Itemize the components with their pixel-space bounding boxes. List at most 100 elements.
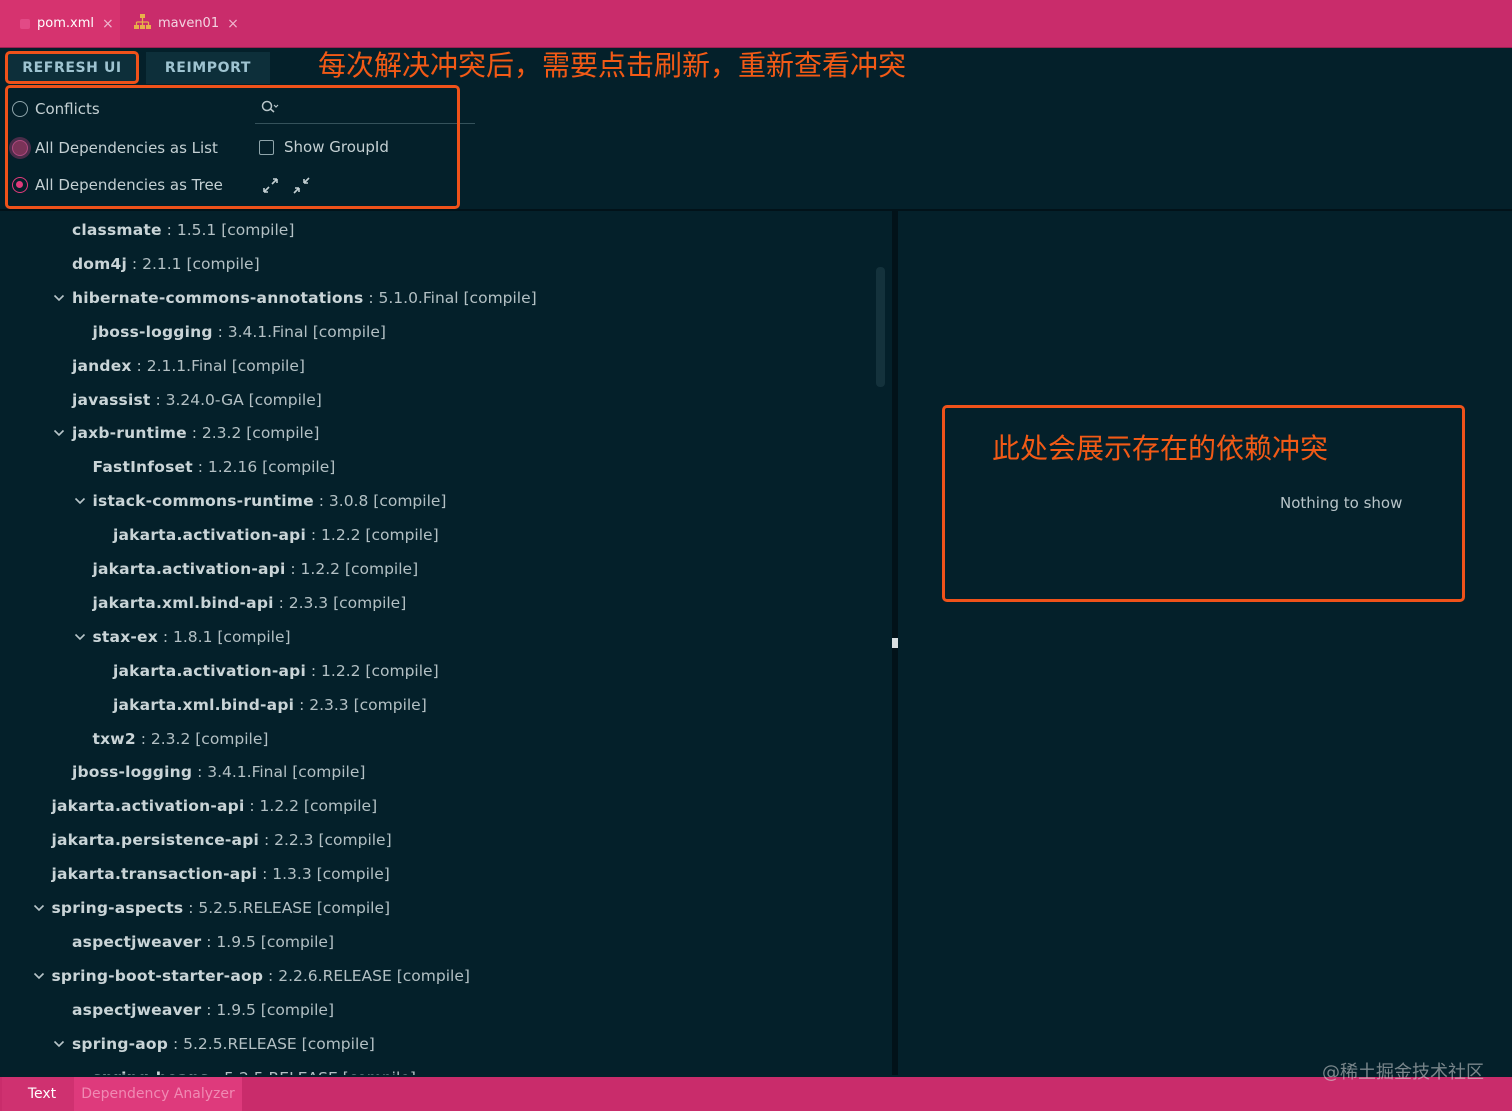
editor-tab-bar: pom.xml × maven01 ×	[0, 0, 1512, 48]
dependency-name: aspectjweaver	[72, 932, 202, 951]
tree-row[interactable]: jboss-logging : 3.4.1.Final [compile]	[93, 319, 386, 345]
chevron-down-icon[interactable]	[73, 494, 87, 508]
dependency-name: aspectjweaver	[72, 1000, 202, 1019]
tree-row[interactable]: istack-commons-runtime : 3.0.8 [compile]	[74, 488, 447, 514]
dependency-name: jakarta.activation-api	[51, 797, 245, 816]
tree-row[interactable]: hibernate-commons-annotations : 5.1.0.Fi…	[53, 285, 537, 311]
close-icon[interactable]: ×	[102, 16, 114, 32]
tab-dependency-analyzer[interactable]: Dependency Analyzer	[74, 1077, 242, 1111]
dependency-version: : 2.2.3 [compile]	[259, 831, 392, 850]
dependency-name: istack-commons-runtime	[92, 492, 314, 511]
tree-row[interactable]: aspectjweaver : 1.9.5 [compile]	[72, 997, 334, 1023]
dependency-name: jakarta.xml.bind-api	[92, 593, 274, 612]
dependency-version: : 3.4.1.Final [compile]	[192, 763, 366, 782]
chevron-down-icon[interactable]	[52, 1037, 66, 1051]
tree-row[interactable]: stax-ex : 1.8.1 [compile]	[74, 624, 291, 650]
dependency-version: : 5.1.0.Final [compile]	[363, 288, 537, 307]
dependency-name: stax-ex	[92, 627, 158, 646]
dependency-name: hibernate-commons-annotations	[72, 288, 364, 307]
dependency-version: : 1.5.1 [compile]	[161, 221, 295, 239]
dependency-version: : 1.2.2 [compile]	[285, 560, 419, 578]
reimport-button[interactable]: REIMPORT	[146, 52, 270, 84]
dependency-name: jboss-logging	[72, 763, 193, 782]
dependency-name: txw2	[92, 729, 136, 748]
dependency-version: : 5.2.5.RELEASE [compile]	[209, 1069, 416, 1076]
annotation-box-refresh	[5, 51, 139, 84]
dependency-name: classmate	[72, 221, 162, 239]
tree-row[interactable]: spring-boot-starter-aop : 2.2.6.RELEASE …	[33, 963, 470, 989]
dependency-version: : 5.2.5.RELEASE [compile]	[183, 899, 391, 917]
dependency-name: jaxb-runtime	[72, 424, 187, 443]
dependency-version: : 2.1.1.Final [compile]	[131, 356, 305, 375]
tree-row[interactable]: jakarta.activation-api : 1.2.2 [compile]	[52, 793, 378, 819]
dependency-name: jakarta.transaction-api	[51, 865, 258, 884]
tree-row[interactable]: jakarta.activation-api : 1.2.2 [compile]	[113, 522, 439, 548]
dependency-version: : 1.2.16 [compile]	[192, 458, 336, 477]
close-icon[interactable]: ×	[227, 16, 239, 32]
dependency-name: FastInfoset	[92, 458, 193, 477]
conflict-annotation: 此处会展示存在的依赖冲突	[992, 432, 1329, 465]
tree-row[interactable]: javassist : 3.24.0-GA [compile]	[72, 387, 322, 413]
bottom-tab-bar: Text Dependency Analyzer	[0, 1077, 1512, 1111]
tree-row[interactable]: jboss-logging : 3.4.1.Final [compile]	[72, 759, 365, 785]
hierarchy-icon	[134, 13, 151, 34]
dependency-name: jandex	[72, 356, 132, 375]
tree-scrollbar[interactable]	[876, 267, 885, 387]
tree-row[interactable]: classmate : 1.5.1 [compile]	[72, 217, 294, 243]
chevron-down-icon[interactable]	[32, 901, 46, 915]
maven-file-icon	[20, 18, 30, 29]
dependency-version: : 3.4.1.Final [compile]	[212, 322, 386, 341]
tree-row[interactable]: jaxb-runtime : 2.3.2 [compile]	[53, 420, 320, 446]
tree-row[interactable]: FastInfoset : 1.2.16 [compile]	[93, 454, 336, 480]
dependency-version: : 1.2.2 [compile]	[305, 661, 439, 680]
annotation-box-options	[5, 85, 460, 209]
tree-row[interactable]: jakarta.xml.bind-api : 2.3.3 [compile]	[113, 692, 427, 718]
tree-row[interactable]: jakarta.activation-api : 1.2.2 [compile]	[113, 658, 439, 684]
tree-row[interactable]: jakarta.persistence-api : 2.2.3 [compile…	[52, 827, 392, 853]
tree-row[interactable]: jakarta.transaction-api : 1.3.3 [compile…	[52, 861, 390, 887]
chevron-down-icon[interactable]	[52, 426, 66, 440]
tree-row[interactable]: aspectjweaver : 1.9.5 [compile]	[72, 929, 334, 955]
dependency-name: jakarta.xml.bind-api	[113, 695, 295, 714]
dependency-version: : 2.2.6.RELEASE [compile]	[263, 966, 470, 985]
tab-text[interactable]: Text	[2, 1077, 82, 1111]
conflict-empty-text: Nothing to show	[1280, 494, 1403, 512]
dependency-name: spring-aop	[72, 1034, 169, 1053]
tree-row[interactable]: txw2 : 2.3.2 [compile]	[93, 726, 269, 752]
dependency-version: : 3.0.8 [compile]	[313, 492, 447, 511]
dependency-name: jakarta.activation-api	[113, 661, 306, 680]
splitter-handle[interactable]	[892, 638, 898, 648]
dependency-name: spring-aspects	[51, 899, 184, 917]
tab-label: maven01	[158, 16, 220, 31]
tree-row[interactable]: jandex : 2.1.1.Final [compile]	[72, 353, 305, 379]
dependency-version: : 3.24.0-GA [compile]	[150, 390, 322, 409]
tree-row[interactable]: spring-aop : 5.2.5.RELEASE [compile]	[53, 1031, 375, 1057]
chevron-down-icon[interactable]	[32, 969, 46, 983]
tree-row[interactable]: jakarta.activation-api : 1.2.2 [compile]	[93, 556, 419, 582]
dependency-version: : 1.2.2 [compile]	[244, 797, 378, 816]
dependency-version: : 2.3.3 [compile]	[294, 695, 427, 714]
dependency-version: : 2.3.2 [compile]	[135, 729, 269, 748]
dependency-tree: classmate : 1.5.1 [compile] dom4j : 2.1.1…	[0, 213, 890, 1075]
tab-label: pom.xml	[37, 16, 94, 31]
tree-row[interactable]: spring-beans : 5.2.5.RELEASE [compile]	[93, 1065, 416, 1076]
dependency-version: : 2.3.2 [compile]	[186, 424, 320, 443]
tree-row[interactable]: dom4j : 2.1.1 [compile]	[72, 251, 260, 277]
watermark: @稀土掘金技术社区	[1322, 1062, 1484, 1083]
dependency-version: : 2.1.1 [compile]	[127, 254, 260, 273]
dependency-name: jakarta.activation-api	[113, 526, 306, 545]
refresh-annotation: 每次解决冲突后，需要点击刷新，重新查看冲突	[318, 49, 907, 82]
dependency-version: : 1.9.5 [compile]	[201, 1000, 334, 1019]
dependency-name: jakarta.activation-api	[92, 560, 286, 578]
dependency-version: : 5.2.5.RELEASE [compile]	[168, 1034, 375, 1053]
chevron-down-icon[interactable]	[73, 630, 87, 644]
chevron-down-icon[interactable]	[52, 291, 66, 305]
tab-pom-xml[interactable]: pom.xml ×	[0, 0, 120, 47]
tree-row[interactable]: jakarta.xml.bind-api : 2.3.3 [compile]	[93, 590, 407, 616]
tree-row[interactable]: spring-aspects : 5.2.5.RELEASE [compile]	[33, 895, 391, 921]
dependency-version: : 1.8.1 [compile]	[157, 627, 291, 646]
dependency-version: : 1.3.3 [compile]	[257, 865, 390, 884]
dependency-version: : 1.2.2 [compile]	[305, 526, 439, 545]
dependency-name: spring-beans	[93, 1069, 210, 1076]
tab-maven01[interactable]: maven01 ×	[134, 0, 244, 47]
